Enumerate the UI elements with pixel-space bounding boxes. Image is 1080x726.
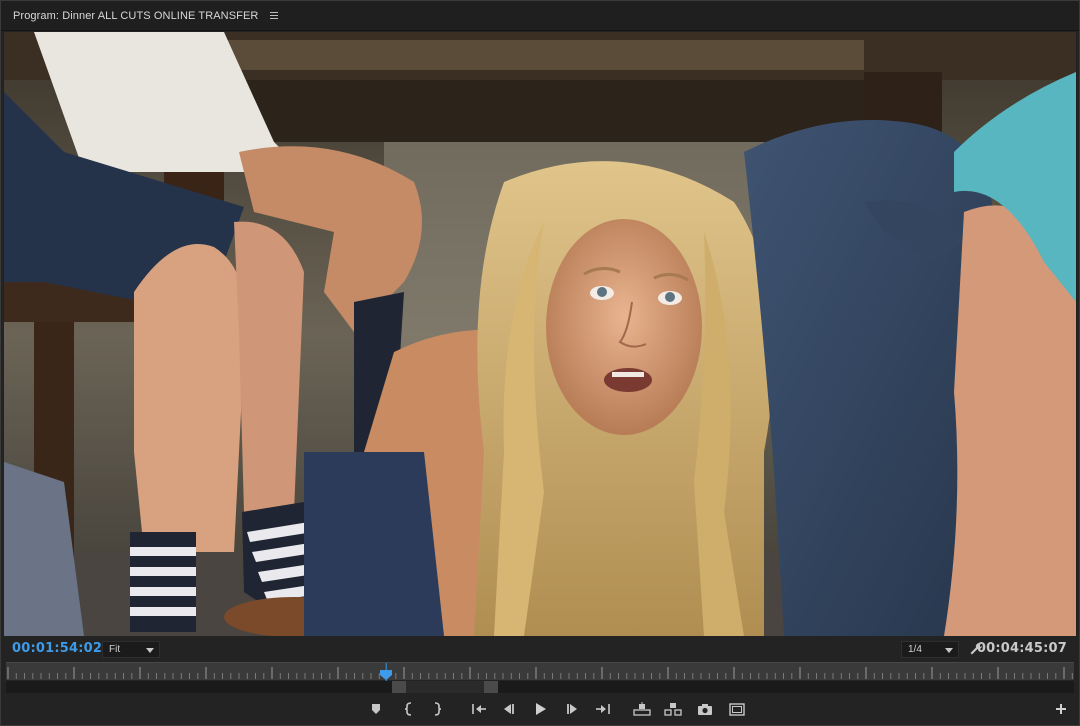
step-back-icon <box>504 704 514 714</box>
mark-in-icon <box>404 702 412 716</box>
go-to-out-button[interactable] <box>592 699 614 719</box>
mark-out-button[interactable] <box>426 699 448 719</box>
zoom-level-value: Fit <box>109 644 121 655</box>
playhead-marker-icon[interactable] <box>380 667 393 680</box>
video-frame-image <box>4 32 1076 636</box>
play-icon <box>536 703 546 715</box>
export-frame-button[interactable] <box>694 699 716 719</box>
panel-header: Program: Dinner ALL CUTS ONLINE TRANSFER <box>1 1 1079 31</box>
extract-icon <box>664 703 682 716</box>
chevron-down-icon <box>146 648 154 653</box>
step-forward-button[interactable] <box>561 699 583 719</box>
playback-resolution-value: 1/4 <box>908 644 922 655</box>
hamburger-menu-icon[interactable] <box>270 12 279 19</box>
go-to-out-icon <box>596 704 610 714</box>
extract-button[interactable] <box>662 699 684 719</box>
chevron-down-icon <box>945 648 953 653</box>
panel-title[interactable]: Program: Dinner ALL CUTS ONLINE TRANSFER <box>13 10 258 22</box>
camera-icon <box>698 703 712 715</box>
mark-out-icon <box>434 702 442 716</box>
time-ruler-ticks <box>7 663 1073 681</box>
transport-controls <box>1 697 1079 721</box>
go-to-in-button[interactable] <box>468 699 490 719</box>
zoom-scroll-bar[interactable] <box>6 681 1074 693</box>
step-back-button[interactable] <box>498 699 520 719</box>
step-forward-icon <box>567 704 577 714</box>
program-monitor-panel: Program: Dinner ALL CUTS ONLINE TRANSFER <box>0 0 1080 726</box>
zoom-scroll-range[interactable] <box>392 681 498 693</box>
zoom-scroll-handle-left[interactable] <box>392 681 406 693</box>
lift-button[interactable] <box>631 699 653 719</box>
time-ruler[interactable] <box>6 662 1074 681</box>
zoom-level-select[interactable]: Fit <box>102 641 160 658</box>
go-to-in-icon <box>472 704 486 714</box>
current-timecode[interactable]: 00:01:54:02 <box>12 641 102 656</box>
safe-margins-button[interactable] <box>726 699 748 719</box>
duration-timecode: 00:04:45:07 <box>976 641 1067 656</box>
viewer-controls-bar: 00:01:54:02 Fit 1/4 00:04:45:07 <box>1 638 1079 662</box>
safe-margins-icon <box>729 702 745 716</box>
playback-resolution-select[interactable]: 1/4 <box>901 641 959 658</box>
play-button[interactable] <box>530 699 552 719</box>
plus-icon <box>1056 704 1066 714</box>
add-marker-button[interactable] <box>365 699 387 719</box>
marker-icon <box>372 704 380 714</box>
button-editor-button[interactable] <box>1050 699 1072 719</box>
zoom-scroll-handle-right[interactable] <box>484 681 498 693</box>
program-video-frame[interactable] <box>4 32 1076 636</box>
lift-icon <box>633 702 651 716</box>
mark-in-button[interactable] <box>398 699 420 719</box>
